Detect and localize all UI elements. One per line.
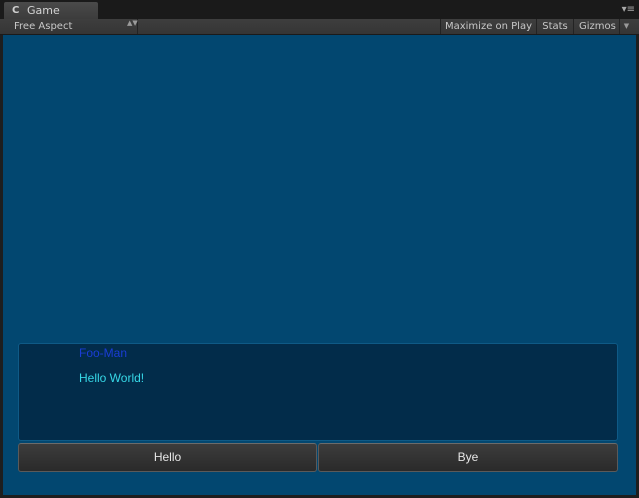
tab-label: Game — [27, 4, 60, 17]
up-down-arrows-icon: ▲▼ — [127, 19, 138, 27]
window-menu-icon[interactable]: ▾≡ — [619, 4, 635, 16]
gizmos-dropdown-arrow-icon[interactable]: ▼ — [619, 19, 633, 34]
tab-game[interactable]: C Game — [3, 1, 99, 19]
game-viewport[interactable]: Foo-Man Hello World! Hello Bye — [3, 35, 636, 495]
aspect-label: Free Aspect — [14, 21, 73, 32]
gizmos-toggle[interactable]: Gizmos — [573, 19, 619, 34]
dialogue-box: Foo-Man Hello World! — [18, 343, 618, 441]
aspect-dropdown[interactable]: Free Aspect ▲▼ — [4, 19, 138, 34]
game-toolbar: Free Aspect ▲▼ Maximize on Play Stats Gi… — [0, 19, 639, 35]
tab-strip: C Game ▾≡ — [0, 0, 639, 19]
bye-button[interactable]: Bye — [318, 443, 618, 472]
stats-toggle[interactable]: Stats — [536, 19, 573, 34]
unity-game-icon: C — [12, 5, 20, 16]
game-window: C Game ▾≡ Free Aspect ▲▼ Maximize on Pla… — [0, 0, 639, 498]
maximize-on-play-toggle[interactable]: Maximize on Play — [440, 19, 536, 34]
speaker-name: Foo-Man — [79, 346, 128, 360]
dialogue-text: Hello World! — [79, 371, 145, 385]
hello-button[interactable]: Hello — [18, 443, 317, 472]
